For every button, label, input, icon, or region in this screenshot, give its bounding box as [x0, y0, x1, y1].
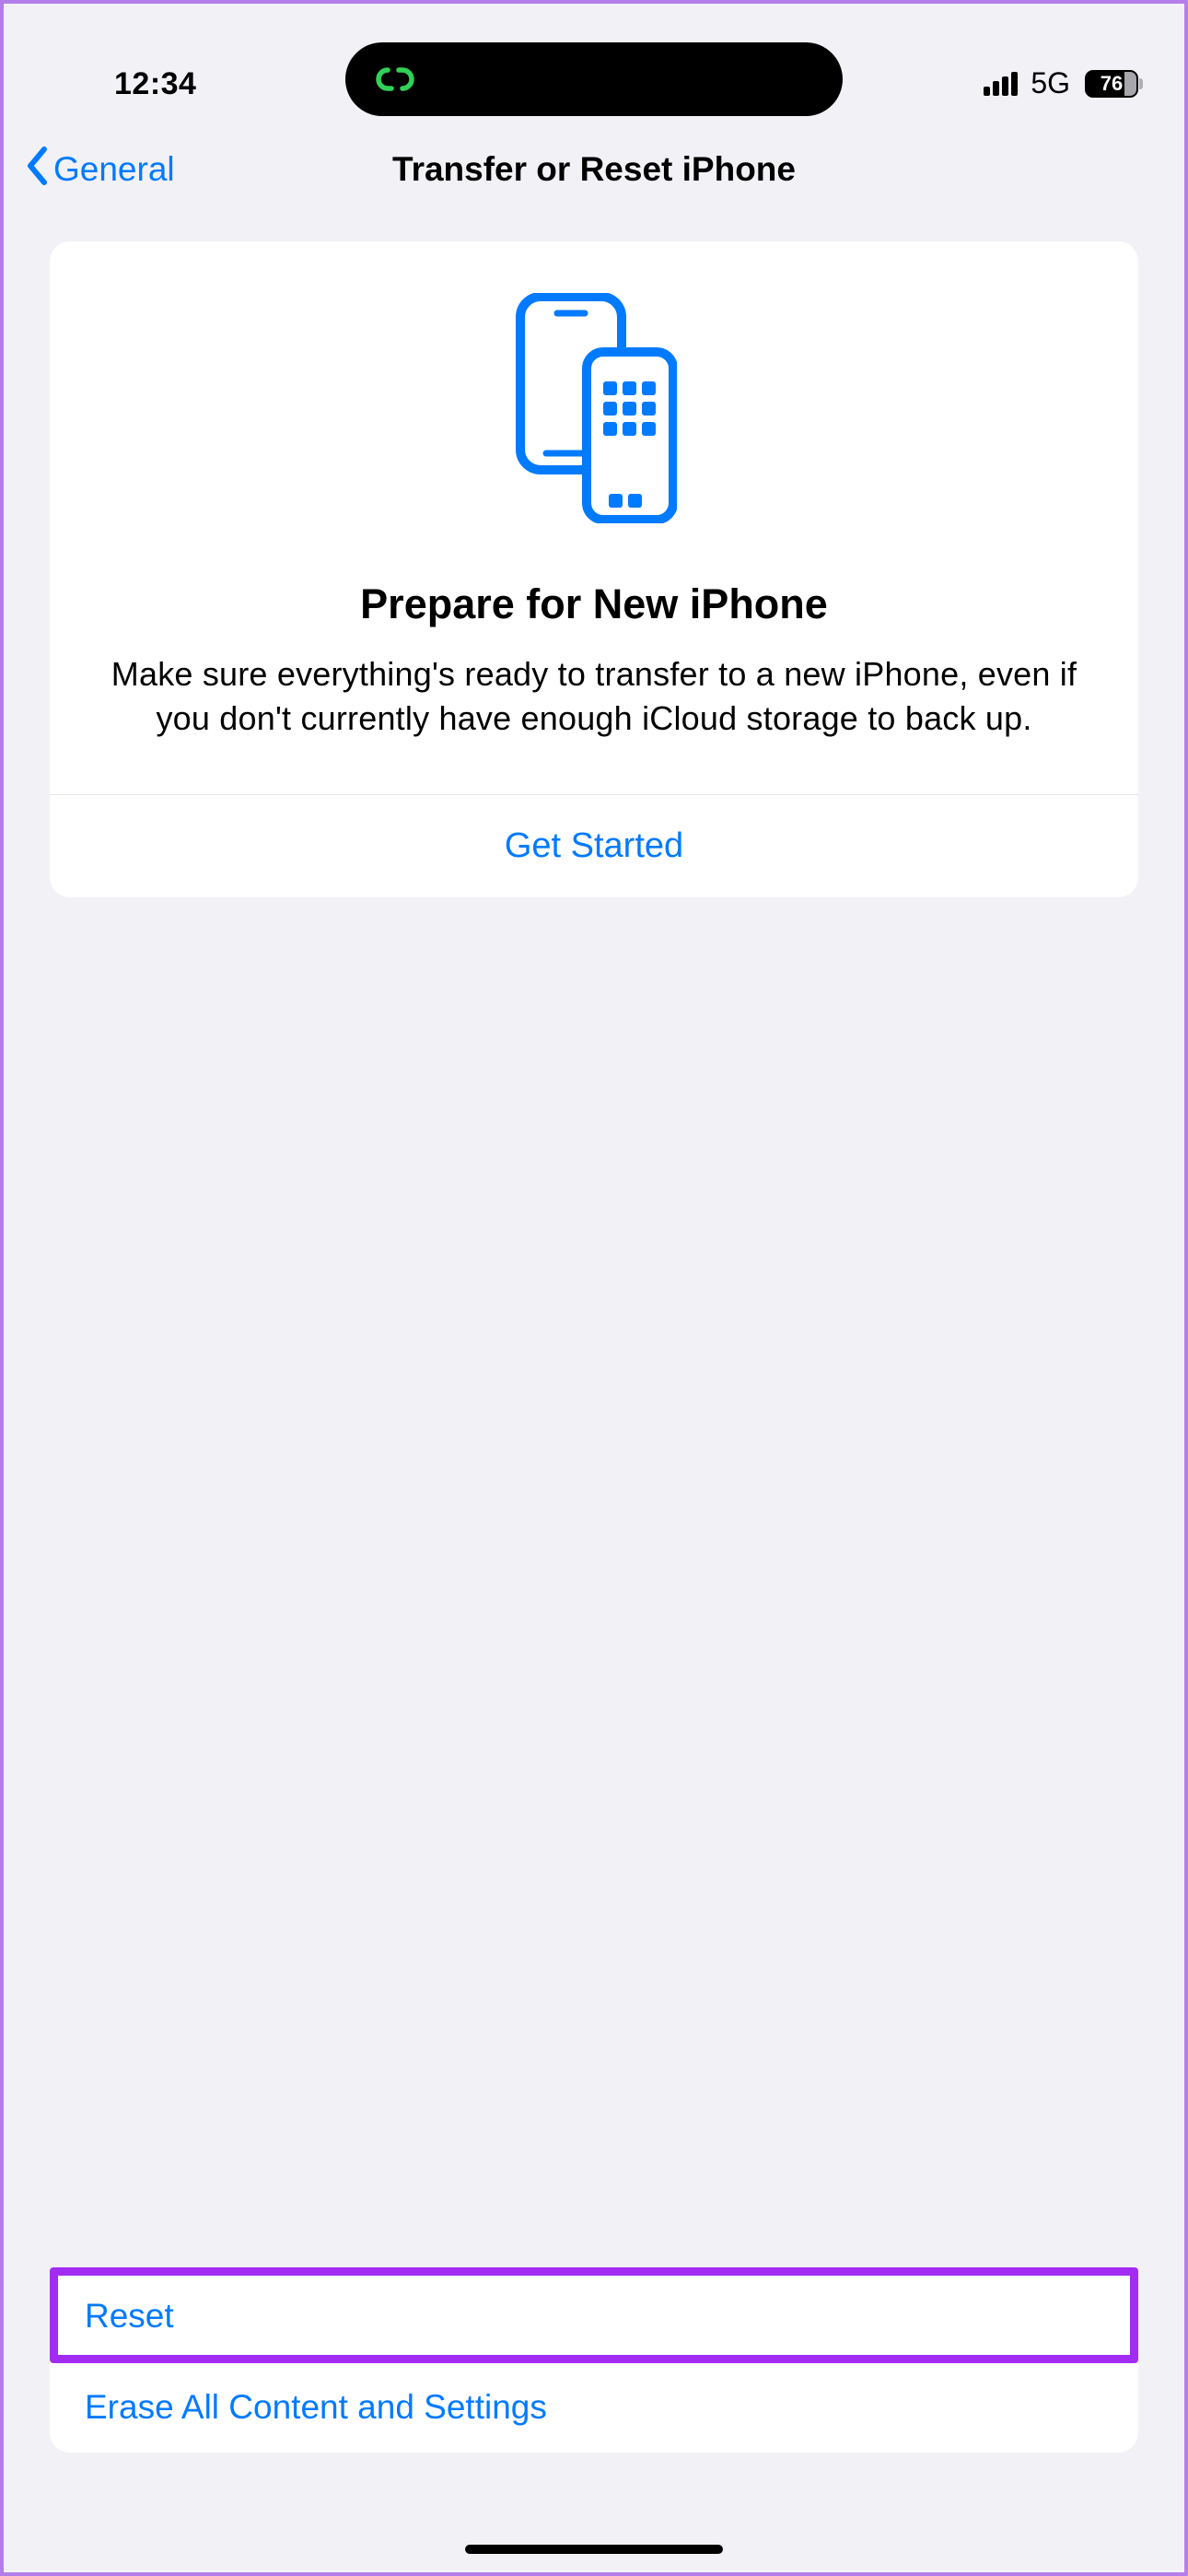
- home-indicator[interactable]: [465, 2545, 723, 2554]
- back-button[interactable]: General: [26, 146, 175, 193]
- status-indicators: 5G 76: [984, 66, 1138, 100]
- erase-all-button[interactable]: Erase All Content and Settings: [50, 2362, 1138, 2453]
- back-label: General: [53, 150, 175, 189]
- chevron-left-icon: [26, 146, 48, 193]
- page-title: Transfer or Reset iPhone: [392, 150, 796, 189]
- status-time: 12:34: [114, 66, 196, 102]
- battery-icon: 76: [1085, 70, 1138, 98]
- status-bar: 12:34 5G 76: [4, 4, 1184, 114]
- get-started-button[interactable]: Get Started: [50, 795, 1138, 897]
- navigation-bar: General Transfer or Reset iPhone: [4, 114, 1184, 225]
- actions-list: Reset Erase All Content and Settings: [50, 2271, 1138, 2453]
- card-title: Prepare for New iPhone: [105, 580, 1083, 628]
- transfer-devices-icon: [105, 293, 1083, 523]
- card-description: Make sure everything's ready to transfer…: [105, 652, 1083, 741]
- dynamic-island[interactable]: [345, 42, 843, 116]
- content-area: Prepare for New iPhone Make sure everyth…: [4, 225, 1184, 897]
- cellular-signal-icon: [984, 72, 1018, 96]
- prepare-card: Prepare for New iPhone Make sure everyth…: [50, 241, 1138, 897]
- network-label: 5G: [1031, 66, 1070, 100]
- personal-hotspot-icon: [371, 55, 419, 103]
- reset-button[interactable]: Reset: [50, 2271, 1138, 2361]
- battery-level: 76: [1101, 72, 1123, 96]
